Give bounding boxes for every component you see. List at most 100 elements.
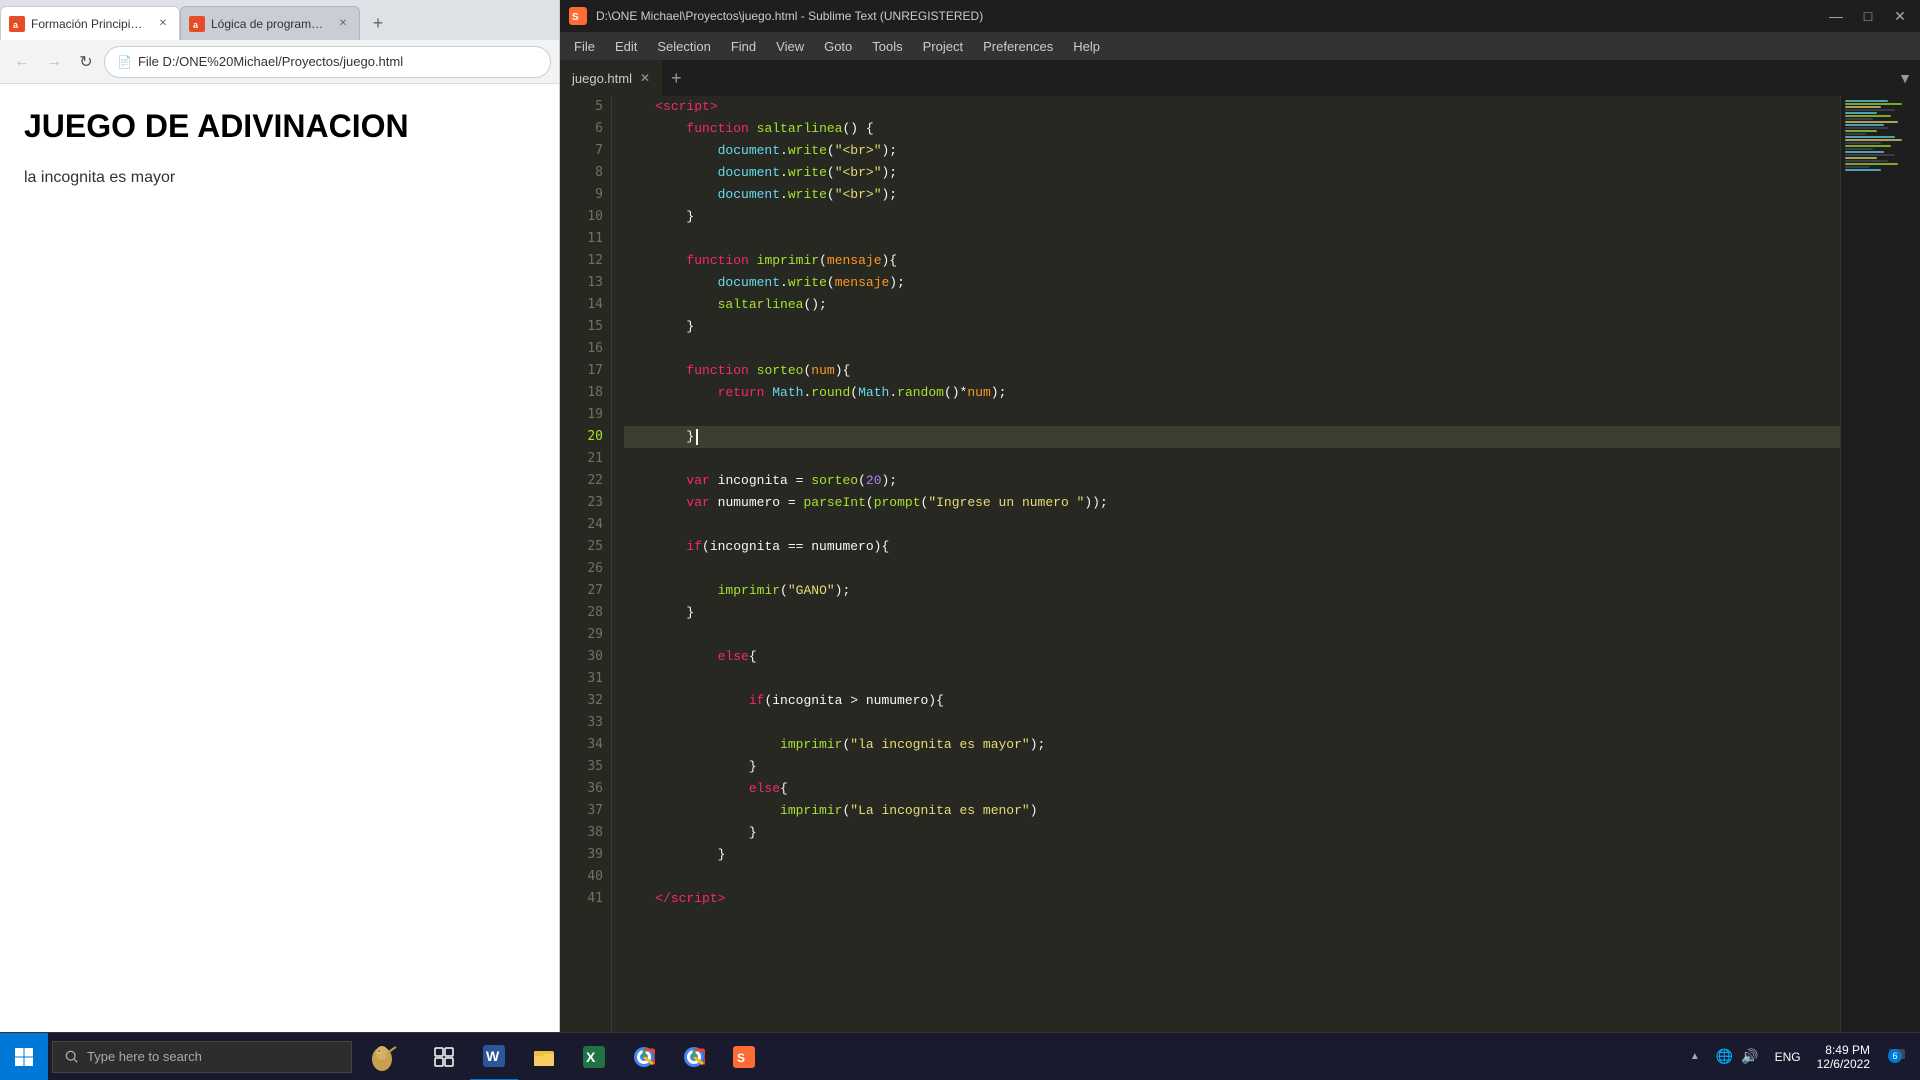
code-line-35: }	[624, 756, 1840, 778]
browser-content: JUEGO DE ADIVINACION la incognita es may…	[0, 84, 559, 1032]
menu-file[interactable]: File	[564, 32, 605, 60]
menu-selection[interactable]: Selection	[647, 32, 720, 60]
close-button[interactable]: ✕	[1888, 4, 1912, 28]
code-content[interactable]: <script> function saltarlinea() { docume…	[612, 96, 1840, 1056]
code-line-33	[624, 712, 1840, 734]
code-line-32: if(incognita > numumero){	[624, 690, 1840, 712]
refresh-button[interactable]: ↻	[72, 48, 100, 76]
line-38: 38	[587, 822, 603, 844]
editor-tab-close[interactable]: ✕	[640, 71, 650, 85]
forward-button[interactable]: →	[40, 48, 68, 76]
code-line-41: </script>	[624, 888, 1840, 910]
sublime-editor-area[interactable]: 5 6 7 8 9 10 11 12 13 14 15 16 17 18 19 …	[560, 96, 1920, 1056]
menu-help[interactable]: Help	[1063, 32, 1110, 60]
line-9: 9	[595, 184, 603, 206]
code-line-14: saltarlinea();	[624, 294, 1840, 316]
code-line-11	[624, 228, 1840, 250]
tab1-close-button[interactable]: ✕	[155, 16, 171, 32]
menu-tools[interactable]: Tools	[862, 32, 912, 60]
code-line-22: var incognita = sorteo(20);	[624, 470, 1840, 492]
taskbar-chrome2-button[interactable]	[670, 1033, 718, 1080]
back-button[interactable]: ←	[8, 48, 36, 76]
browser-toolbar: ← → ↻ 📄 File D:/ONE%20Michael/Proyectos/…	[0, 40, 559, 84]
minimap-content	[1841, 96, 1920, 176]
start-button[interactable]	[0, 1033, 48, 1080]
browser-tab-1[interactable]: a Formación Principiante en Progr... ✕	[0, 6, 180, 40]
editor-tab-juego[interactable]: juego.html ✕	[560, 60, 663, 96]
menu-view[interactable]: View	[766, 32, 814, 60]
task-view-button[interactable]	[420, 1033, 468, 1080]
tab1-favicon: a	[9, 16, 25, 32]
line-23: 23	[587, 492, 603, 514]
code-line-7: document.write("<br>");	[624, 140, 1840, 162]
taskbar-bird-icon[interactable]	[352, 1033, 412, 1080]
code-line-27: imprimir("GANO");	[624, 580, 1840, 602]
taskbar-explorer-button[interactable]	[520, 1033, 568, 1080]
new-tab-button[interactable]: +	[364, 9, 392, 37]
line-12: 12	[587, 250, 603, 272]
volume-icon[interactable]: 🔊	[1741, 1048, 1758, 1065]
taskbar-search-box[interactable]: Type here to search	[52, 1041, 352, 1073]
code-line-21	[624, 448, 1840, 470]
taskbar-sublime-button[interactable]: S	[720, 1033, 768, 1080]
sublime-editor-tabs: juego.html ✕ + ▼	[560, 60, 1920, 96]
code-line-26	[624, 558, 1840, 580]
network-icon[interactable]: 🌐	[1716, 1048, 1733, 1065]
code-line-30: else{	[624, 646, 1840, 668]
line-27: 27	[587, 580, 603, 602]
date-display: 12/6/2022	[1817, 1057, 1870, 1071]
line-37: 37	[587, 800, 603, 822]
taskbar-apps: W X S	[420, 1033, 768, 1080]
menu-edit[interactable]: Edit	[605, 32, 647, 60]
tab2-close-button[interactable]: ✕	[335, 16, 351, 32]
code-line-28: }	[624, 602, 1840, 624]
page-text: la incognita es mayor	[24, 169, 535, 187]
line-28: 28	[587, 602, 603, 624]
minimize-button[interactable]: —	[1824, 4, 1848, 28]
svg-text:S: S	[572, 12, 579, 23]
line-40: 40	[587, 866, 603, 888]
code-line-15: }	[624, 316, 1840, 338]
taskbar-chrome-button[interactable]	[620, 1033, 668, 1080]
line-35: 35	[587, 756, 603, 778]
time-display: 8:49 PM	[1817, 1043, 1870, 1057]
browser-tab-2[interactable]: a Lógica de programación: Conce... ✕	[180, 6, 360, 40]
line-14: 14	[587, 294, 603, 316]
new-file-button[interactable]: +	[663, 68, 690, 89]
taskbar-excel-button[interactable]: X	[570, 1033, 618, 1080]
code-line-37: imprimir("La incognita es menor")	[624, 800, 1840, 822]
tab1-title: Formación Principiante en Progr...	[31, 17, 149, 31]
notification-area[interactable]: 6	[1886, 1043, 1908, 1070]
code-line-25: if(incognita == numumero){	[624, 536, 1840, 558]
address-file-icon: 📄	[117, 55, 132, 69]
clock[interactable]: 8:49 PM 12/6/2022	[1817, 1043, 1870, 1071]
minimap[interactable]	[1840, 96, 1920, 1056]
taskbar-word-button[interactable]: W	[470, 1033, 518, 1080]
line-11: 11	[587, 228, 603, 250]
language-indicator[interactable]: ENG	[1775, 1050, 1801, 1064]
code-line-36: else{	[624, 778, 1840, 800]
address-text: File D:/ONE%20Michael/Proyectos/juego.ht…	[138, 54, 403, 69]
line-21: 21	[587, 448, 603, 470]
line-16: 16	[587, 338, 603, 360]
system-tray-expand[interactable]: ▲	[1690, 1051, 1700, 1062]
code-line-40	[624, 866, 1840, 888]
tab-more-button[interactable]: ▼	[1890, 70, 1920, 86]
menu-preferences[interactable]: Preferences	[973, 32, 1063, 60]
maximize-button[interactable]: □	[1856, 4, 1880, 28]
sublime-pane: S D:\ONE Michael\Proyectos\juego.html - …	[560, 0, 1920, 1080]
line-19: 19	[587, 404, 603, 426]
search-placeholder: Type here to search	[87, 1049, 202, 1064]
line-numbers: 5 6 7 8 9 10 11 12 13 14 15 16 17 18 19 …	[560, 96, 612, 1056]
menu-project[interactable]: Project	[913, 32, 973, 60]
editor-tab-name: juego.html	[572, 71, 632, 86]
address-bar[interactable]: 📄 File D:/ONE%20Michael/Proyectos/juego.…	[104, 46, 551, 78]
page-title: JUEGO DE ADIVINACION	[24, 108, 535, 145]
notification-badge: 6	[1888, 1049, 1902, 1063]
menu-goto[interactable]: Goto	[814, 32, 862, 60]
line-26: 26	[587, 558, 603, 580]
line-18: 18	[587, 382, 603, 404]
code-line-8: document.write("<br>");	[624, 162, 1840, 184]
menu-find[interactable]: Find	[721, 32, 766, 60]
taskbar-right: ▲ 🌐 🔊 ENG 8:49 PM 12/6/2022 6	[1690, 1043, 1920, 1071]
